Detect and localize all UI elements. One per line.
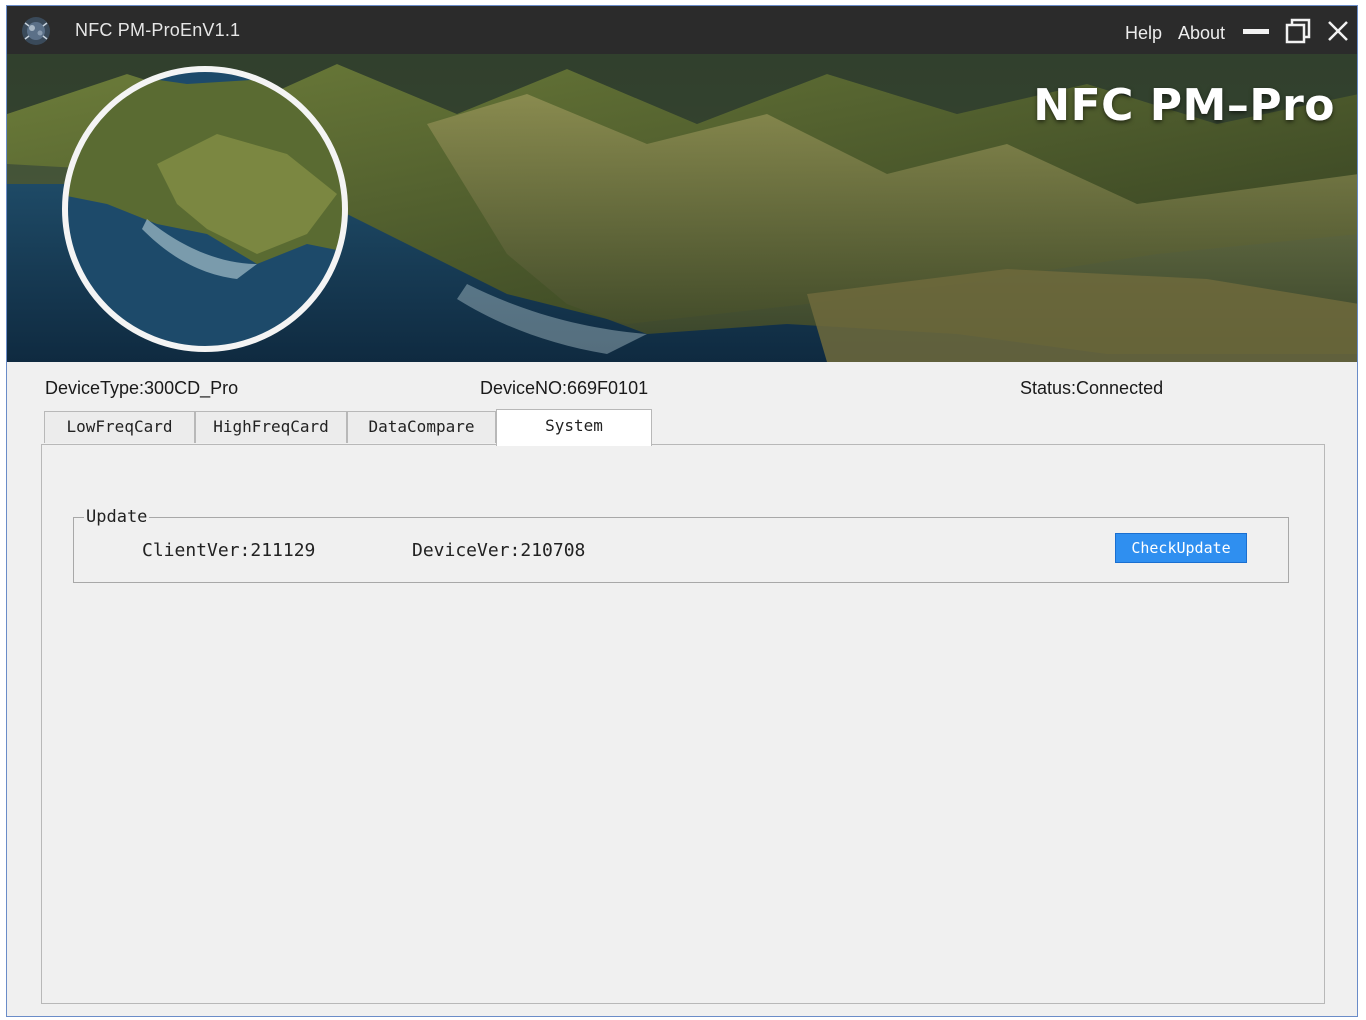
check-update-button[interactable]: CheckUpdate: [1115, 533, 1247, 563]
tab-lowfreqcard[interactable]: LowFreqCard: [44, 411, 195, 443]
device-version-label: DeviceVer:210708: [412, 540, 586, 561]
app-logo-icon: [19, 14, 53, 48]
connection-status-label: Status:Connected: [1020, 378, 1164, 398]
update-group: Update ClientVer:211129 DeviceVer:210708…: [73, 507, 1289, 583]
device-type-label: DeviceType:300CD_Pro: [45, 378, 239, 398]
banner-title: NFC PM–Pro: [1033, 80, 1335, 131]
window-title: NFC PM-ProEnV1.1: [75, 20, 241, 40]
client-version-label: ClientVer:211129: [142, 540, 316, 561]
close-icon[interactable]: [1323, 16, 1353, 46]
about-menu[interactable]: About: [1178, 23, 1225, 44]
tab-system[interactable]: System: [496, 409, 652, 446]
app-window: NFC PM-ProEnV1.1 Help About NFC PM–Pro D…: [6, 5, 1358, 1017]
help-menu[interactable]: Help: [1125, 23, 1162, 44]
update-group-legend: Update: [84, 507, 150, 527]
title-bar[interactable]: NFC PM-ProEnV1.1 Help About: [7, 6, 1357, 54]
system-tab-panel: Update ClientVer:211129 DeviceVer:210708…: [41, 444, 1325, 1004]
device-number-label: DeviceNO:669F0101: [480, 378, 649, 398]
tab-highfreqcard[interactable]: HighFreqCard: [195, 411, 347, 443]
maximize-icon[interactable]: [1283, 16, 1313, 46]
tab-datacompare[interactable]: DataCompare: [347, 411, 496, 443]
header-banner-image: NFC PM–Pro: [7, 54, 1357, 362]
minimize-icon[interactable]: [1241, 16, 1271, 46]
